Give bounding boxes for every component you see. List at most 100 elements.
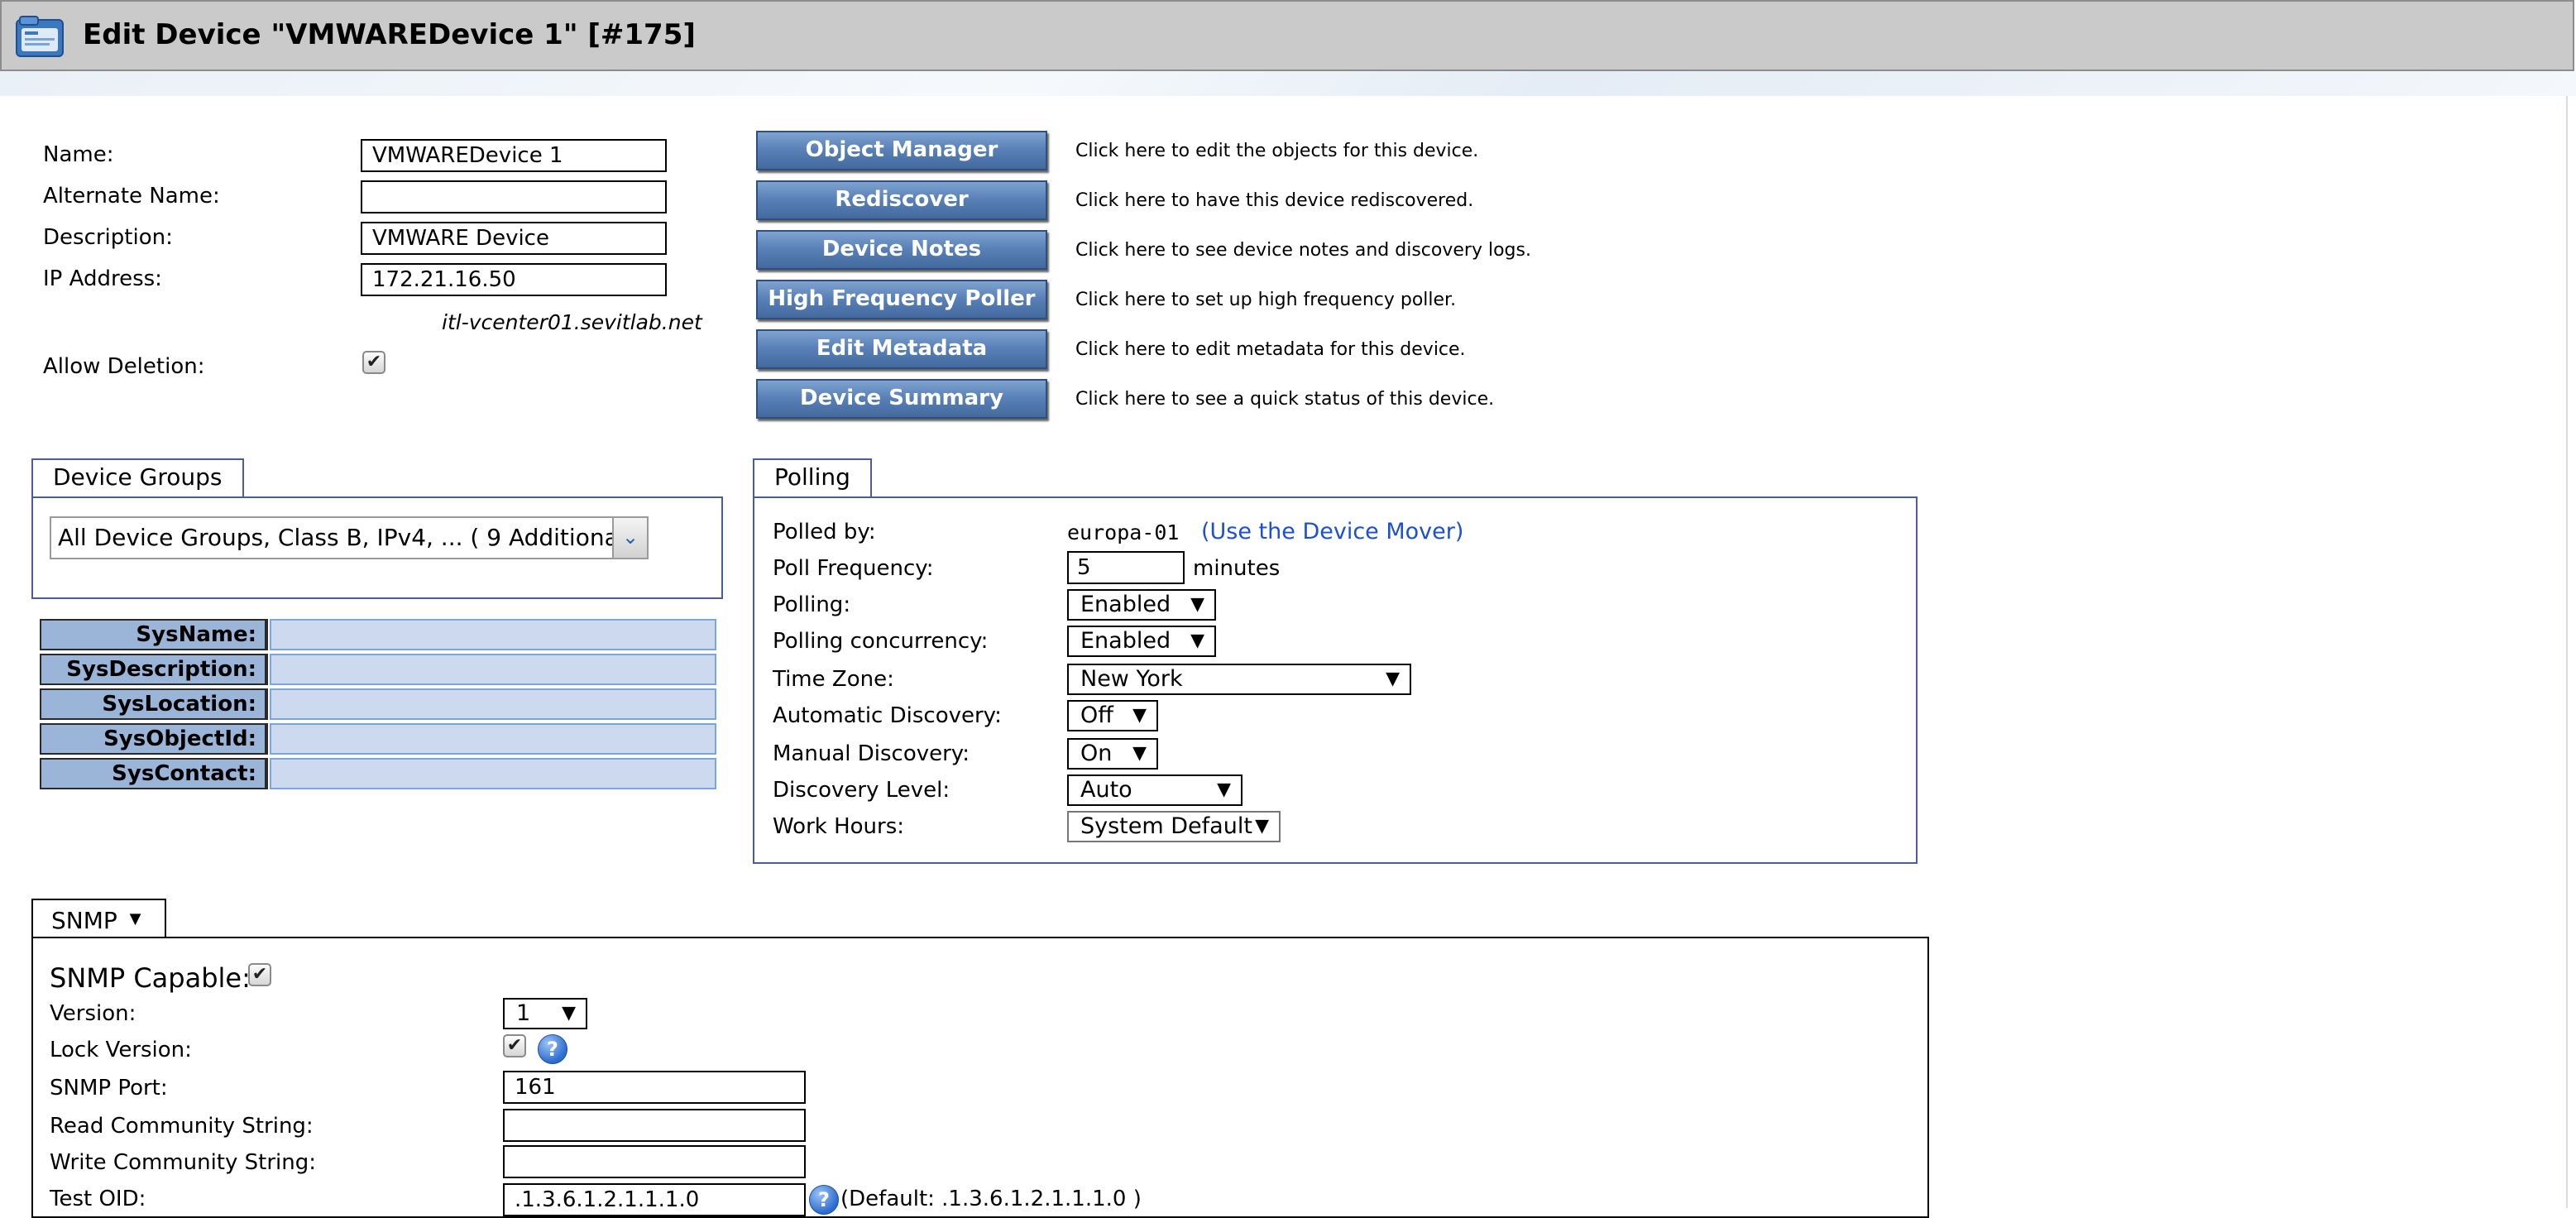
header-decoration xyxy=(0,71,2576,96)
poll-frequency-label: Poll Frequency: xyxy=(773,556,934,581)
read-community-input[interactable] xyxy=(503,1109,806,1142)
automatic-discovery-select[interactable]: Off ▼ xyxy=(1067,700,1158,731)
device-notes-desc: Click here to see device notes and disco… xyxy=(1075,240,1531,261)
sysname-value xyxy=(270,619,716,650)
dropdown-arrow-icon: ▼ xyxy=(1217,779,1231,800)
lock-version-checkbox[interactable]: ✔ xyxy=(503,1034,526,1057)
work-hours-label: Work Hours: xyxy=(773,814,905,839)
polling-concurrency-select[interactable]: Enabled ▼ xyxy=(1067,626,1216,657)
snmp-version-selected: 1 xyxy=(516,1000,531,1026)
ip-address-label: IP Address: xyxy=(43,266,162,291)
high-frequency-poller-button[interactable]: High Frequency Poller xyxy=(756,280,1047,319)
device-summary-button[interactable]: Device Summary xyxy=(756,379,1047,419)
time-zone-select[interactable]: New York ▼ xyxy=(1067,664,1411,695)
edit-metadata-button[interactable]: Edit Metadata xyxy=(756,329,1047,369)
snmp-version-label: Version: xyxy=(50,1001,136,1026)
rediscover-button[interactable]: Rediscover xyxy=(756,180,1047,220)
high-frequency-poller-desc: Click here to set up high frequency poll… xyxy=(1075,290,1457,310)
object-manager-desc: Click here to edit the objects for this … xyxy=(1075,141,1479,161)
dropdown-arrow-icon: ▼ xyxy=(562,1003,576,1024)
polled-by-value: europa-01 xyxy=(1067,520,1180,544)
time-zone-label: Time Zone: xyxy=(773,667,894,692)
polling-concurrency-label: Polling concurrency: xyxy=(773,629,989,654)
polling-selected: Enabled xyxy=(1080,592,1171,617)
read-community-label: Read Community String: xyxy=(50,1114,314,1139)
edit-metadata-desc: Click here to edit metadata for this dev… xyxy=(1075,339,1466,360)
sysdescription-label: SysDescription: xyxy=(40,654,268,685)
caret-down-icon: ▼ xyxy=(129,910,141,928)
object-manager-button[interactable]: Object Manager xyxy=(756,131,1047,170)
manual-discovery-label: Manual Discovery: xyxy=(773,741,970,766)
syscontact-value xyxy=(270,758,716,789)
syscontact-label: SysContact: xyxy=(40,758,268,789)
polling-concurrency-selected: Enabled xyxy=(1080,628,1171,654)
device-groups-selected: All Device Groups, Class B, IPv4, ... ( … xyxy=(58,524,625,551)
snmp-capable-checkbox[interactable]: ✔ xyxy=(248,963,271,986)
snmp-capable-label: SNMP Capable: xyxy=(50,962,251,994)
allow-deletion-checkbox[interactable]: ✔ xyxy=(362,351,385,374)
device-notes-button[interactable]: Device Notes xyxy=(756,230,1047,270)
time-zone-selected: New York xyxy=(1080,666,1183,692)
tab-device-groups[interactable]: Device Groups xyxy=(31,458,244,496)
tab-snmp-label: SNMP xyxy=(51,907,117,934)
polled-by-label: Polled by: xyxy=(773,520,876,544)
snmp-port-input[interactable]: 161 xyxy=(503,1071,806,1104)
scrollbar-track[interactable] xyxy=(2566,96,2568,1208)
poll-frequency-unit: minutes xyxy=(1193,556,1281,581)
syslocation-label: SysLocation: xyxy=(40,688,268,720)
tab-snmp[interactable]: SNMP ▼ xyxy=(31,899,166,938)
dropdown-arrow-icon: ▼ xyxy=(1190,631,1204,651)
discovery-level-selected: Auto xyxy=(1080,777,1132,803)
dropdown-arrow-icon: ▼ xyxy=(1255,816,1269,837)
snmp-version-select[interactable]: 1 ▼ xyxy=(503,998,587,1029)
checkmark-icon: ✔ xyxy=(506,1035,523,1056)
sysdescription-value xyxy=(270,654,716,685)
snmp-panel xyxy=(31,937,1929,1218)
alternate-name-label: Alternate Name: xyxy=(43,184,220,209)
work-hours-select[interactable]: System Default ▼ xyxy=(1067,811,1281,842)
dropdown-arrow-icon: ▼ xyxy=(1132,705,1147,726)
poll-frequency-input[interactable]: 5 xyxy=(1067,551,1185,584)
description-input[interactable]: VMWARE Device xyxy=(361,222,667,255)
write-community-input[interactable] xyxy=(503,1145,806,1178)
rediscover-desc: Click here to have this device rediscove… xyxy=(1075,190,1474,211)
device-groups-select[interactable]: All Device Groups, Class B, IPv4, ... ( … xyxy=(50,516,649,559)
discovery-level-select[interactable]: Auto ▼ xyxy=(1067,774,1243,806)
help-icon[interactable]: ? xyxy=(538,1034,567,1064)
dropdown-arrow-icon: ▼ xyxy=(1386,669,1400,689)
polling-select[interactable]: Enabled ▼ xyxy=(1067,589,1216,621)
tab-polling[interactable]: Polling xyxy=(753,458,872,496)
help-icon[interactable]: ? xyxy=(809,1185,839,1215)
name-input[interactable]: VMWAREDevice 1 xyxy=(361,139,667,172)
test-oid-input[interactable]: .1.3.6.1.2.1.1.1.0 xyxy=(503,1183,806,1216)
lock-version-label: Lock Version: xyxy=(50,1038,192,1062)
device-mover-link[interactable]: (Use the Device Mover) xyxy=(1201,518,1463,546)
dropdown-arrow-icon: ▼ xyxy=(1132,743,1147,764)
device-folder-icon xyxy=(15,13,65,58)
page-title: Edit Device "VMWAREDevice 1" [#175] xyxy=(83,18,696,51)
checkmark-icon: ✔ xyxy=(251,964,268,985)
syslocation-value xyxy=(270,688,716,720)
device-summary-desc: Click here to see a quick status of this… xyxy=(1075,389,1495,410)
test-oid-label: Test OID: xyxy=(50,1187,146,1211)
ip-address-input[interactable]: 172.21.16.50 xyxy=(361,263,667,296)
write-community-label: Write Community String: xyxy=(50,1150,317,1175)
chevron-down-icon[interactable]: ⌄ xyxy=(612,516,649,559)
checkmark-icon: ✔ xyxy=(366,352,382,372)
automatic-discovery-label: Automatic Discovery: xyxy=(773,703,1002,728)
discovery-level-label: Discovery Level: xyxy=(773,778,950,803)
test-oid-default: (Default: .1.3.6.1.2.1.1.1.0 ) xyxy=(840,1187,1142,1211)
sysname-label: SysName: xyxy=(40,619,268,650)
automatic-discovery-selected: Off xyxy=(1080,703,1113,728)
alternate-name-input[interactable] xyxy=(361,180,667,213)
name-label: Name: xyxy=(43,142,114,167)
sysobjectid-label: SysObjectId: xyxy=(40,723,268,755)
allow-deletion-label: Allow Deletion: xyxy=(43,354,205,379)
manual-discovery-select[interactable]: On ▼ xyxy=(1067,738,1158,770)
manual-discovery-selected: On xyxy=(1080,741,1113,766)
sysobjectid-value xyxy=(270,723,716,755)
resolved-hostname: itl-vcenter01.sevitlab.net xyxy=(442,310,702,334)
dropdown-arrow-icon: ▼ xyxy=(1190,594,1204,615)
polling-label: Polling: xyxy=(773,592,851,617)
work-hours-selected: System Default xyxy=(1080,813,1252,839)
